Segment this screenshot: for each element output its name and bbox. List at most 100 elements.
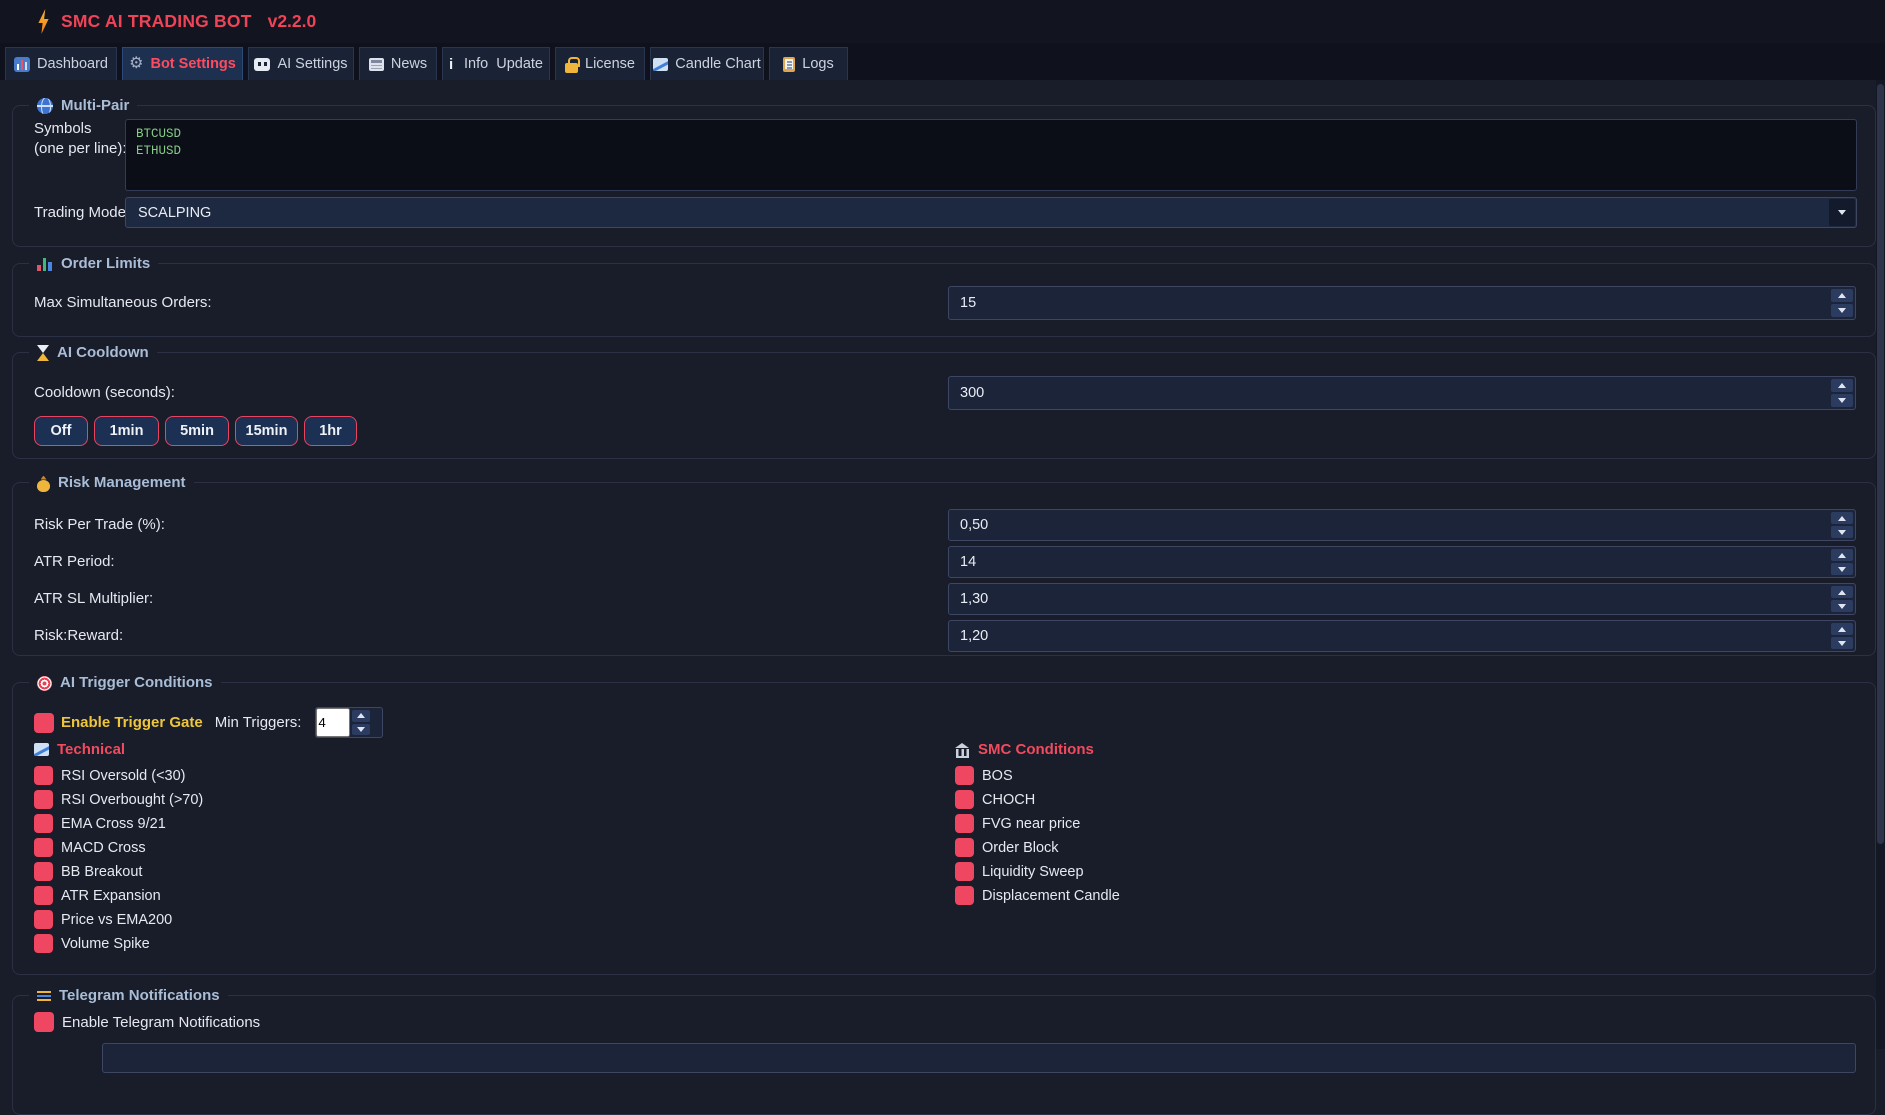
checkbox-displacement-candle[interactable] <box>955 886 974 905</box>
clipboard-icon <box>783 57 795 72</box>
tab-license[interactable]: License <box>555 47 645 80</box>
min-triggers-input[interactable] <box>316 708 350 737</box>
multi-pair-section: Multi-Pair Symbols (one per line): BTCUS… <box>12 105 1876 247</box>
checkbox-label: Volume Spike <box>61 936 150 952</box>
tab-label: AI Settings <box>277 56 347 72</box>
spin-down-button[interactable] <box>1831 563 1853 575</box>
ai-trigger-section: AI Trigger Conditions Enable Trigger Gat… <box>12 682 1876 975</box>
check-row: BB Breakout <box>34 862 454 881</box>
risk-per-trade-label: Risk Per Trade (%): <box>34 509 165 541</box>
bar-chart-icon <box>37 258 53 271</box>
symbols-textarea[interactable]: BTCUSD ETHUSD <box>125 119 1857 191</box>
technical-title: Technical <box>57 741 125 758</box>
cooldown-off-button[interactable]: Off <box>34 416 88 446</box>
spin-buttons <box>1829 510 1855 540</box>
technical-header: Technical <box>34 741 454 758</box>
checkbox-volume-spike[interactable] <box>34 934 53 953</box>
check-row: Price vs EMA200 <box>34 910 454 929</box>
globe-icon <box>37 98 53 114</box>
spin-buttons <box>1829 584 1855 614</box>
checkbox-label: EMA Cross 9/21 <box>61 816 166 832</box>
checkbox-order-block[interactable] <box>955 838 974 857</box>
checkbox-liquidity-sweep[interactable] <box>955 862 974 881</box>
tab-candle-chart[interactable]: Candle Chart <box>650 47 764 80</box>
ai-cooldown-section: AI Cooldown Cooldown (seconds): Off 1min… <box>12 352 1876 459</box>
risk-reward-label: Risk:Reward: <box>34 620 123 652</box>
vertical-scrollbar-thumb[interactable] <box>1877 84 1884 844</box>
max-orders-input[interactable] <box>949 287 1829 319</box>
candle-chart-icon <box>653 58 668 71</box>
tabbar: Dashboard Bot Settings AI Settings News … <box>0 43 1885 80</box>
tab-info-update[interactable]: Info Update <box>442 47 550 80</box>
ai-cooldown-section-title: AI Cooldown <box>29 343 157 363</box>
checkbox-label: MACD Cross <box>61 840 146 856</box>
check-row: CHOCH <box>955 790 1375 809</box>
checkbox-bb-breakout[interactable] <box>34 862 53 881</box>
spin-up-button[interactable] <box>1831 623 1853 635</box>
enable-trigger-gate-label: Enable Trigger Gate <box>61 714 203 731</box>
telegram-token-field[interactable] <box>102 1043 1856 1073</box>
enable-telegram-checkbox[interactable] <box>34 1012 54 1032</box>
trading-mode-label: Trading Mode: <box>34 197 130 228</box>
checkbox-label: Price vs EMA200 <box>61 912 172 928</box>
checkbox-atr-expansion[interactable] <box>34 886 53 905</box>
checkbox-bos[interactable] <box>955 766 974 785</box>
spin-down-button[interactable] <box>1831 526 1853 538</box>
cooldown-1min-button[interactable]: 1min <box>94 416 159 446</box>
spin-up-button[interactable] <box>1831 289 1853 302</box>
vertical-scrollbar-track[interactable] <box>1876 80 1885 1049</box>
atr-sl-multiplier-input[interactable] <box>949 584 1829 614</box>
cooldown-5min-button[interactable]: 5min <box>165 416 229 446</box>
spin-down-button[interactable] <box>352 724 370 736</box>
line-chart-icon <box>34 743 49 756</box>
spin-down-button[interactable] <box>1831 394 1853 407</box>
tab-logs[interactable]: Logs <box>769 47 848 80</box>
checkbox-label: Liquidity Sweep <box>982 864 1084 880</box>
checkbox-label: BOS <box>982 768 1013 784</box>
risk-reward-input[interactable] <box>949 621 1829 651</box>
checkbox-rsi-overbought[interactable] <box>34 790 53 809</box>
check-row: Volume Spike <box>34 934 454 953</box>
spin-up-button[interactable] <box>1831 512 1853 524</box>
checkbox-macd-cross[interactable] <box>34 838 53 857</box>
checkbox-label: CHOCH <box>982 792 1035 808</box>
spin-up-button[interactable] <box>1831 586 1853 598</box>
cooldown-15min-button[interactable]: 15min <box>235 416 298 446</box>
checkbox-choch[interactable] <box>955 790 974 809</box>
spin-up-button[interactable] <box>1831 549 1853 561</box>
tab-news[interactable]: News <box>359 47 437 80</box>
spin-buttons <box>1829 377 1855 409</box>
tab-bot-settings[interactable]: Bot Settings <box>122 47 243 80</box>
spin-down-button[interactable] <box>1831 637 1853 649</box>
spin-buttons <box>1829 621 1855 651</box>
ai-trigger-section-title: AI Trigger Conditions <box>29 673 221 693</box>
check-row: Liquidity Sweep <box>955 862 1375 881</box>
spin-up-button[interactable] <box>1831 379 1853 392</box>
robot-icon <box>254 58 270 71</box>
order-limits-section: Order Limits Max Simultaneous Orders: <box>12 263 1876 337</box>
tab-dashboard[interactable]: Dashboard <box>5 47 117 80</box>
checkbox-ema-cross[interactable] <box>34 814 53 833</box>
atr-period-input[interactable] <box>949 547 1829 577</box>
dashboard-icon <box>14 57 30 72</box>
checkbox-rsi-oversold[interactable] <box>34 766 53 785</box>
cooldown-input[interactable] <box>949 377 1829 409</box>
cooldown-label: Cooldown (seconds): <box>34 376 175 410</box>
checkbox-label: Enable Telegram Notifications <box>62 1014 260 1031</box>
checkbox-fvg-near-price[interactable] <box>955 814 974 833</box>
checkbox-label: Order Block <box>982 840 1059 856</box>
cooldown-1hr-button[interactable]: 1hr <box>304 416 357 446</box>
checkbox-price-vs-ema200[interactable] <box>34 910 53 929</box>
spin-up-button[interactable] <box>352 710 370 722</box>
tab-ai-settings[interactable]: AI Settings <box>248 47 354 80</box>
enable-trigger-gate-checkbox[interactable] <box>34 713 54 733</box>
trading-mode-select[interactable]: SCALPING <box>125 197 1857 228</box>
lightning-bolt-icon <box>36 9 51 34</box>
spin-buttons <box>1829 287 1855 319</box>
spin-down-button[interactable] <box>1831 600 1853 612</box>
moneybag-icon <box>37 480 50 492</box>
section-title-text: Telegram Notifications <box>59 986 220 1006</box>
spin-down-button[interactable] <box>1831 304 1853 317</box>
spin-buttons <box>350 708 372 737</box>
risk-per-trade-input[interactable] <box>949 510 1829 540</box>
